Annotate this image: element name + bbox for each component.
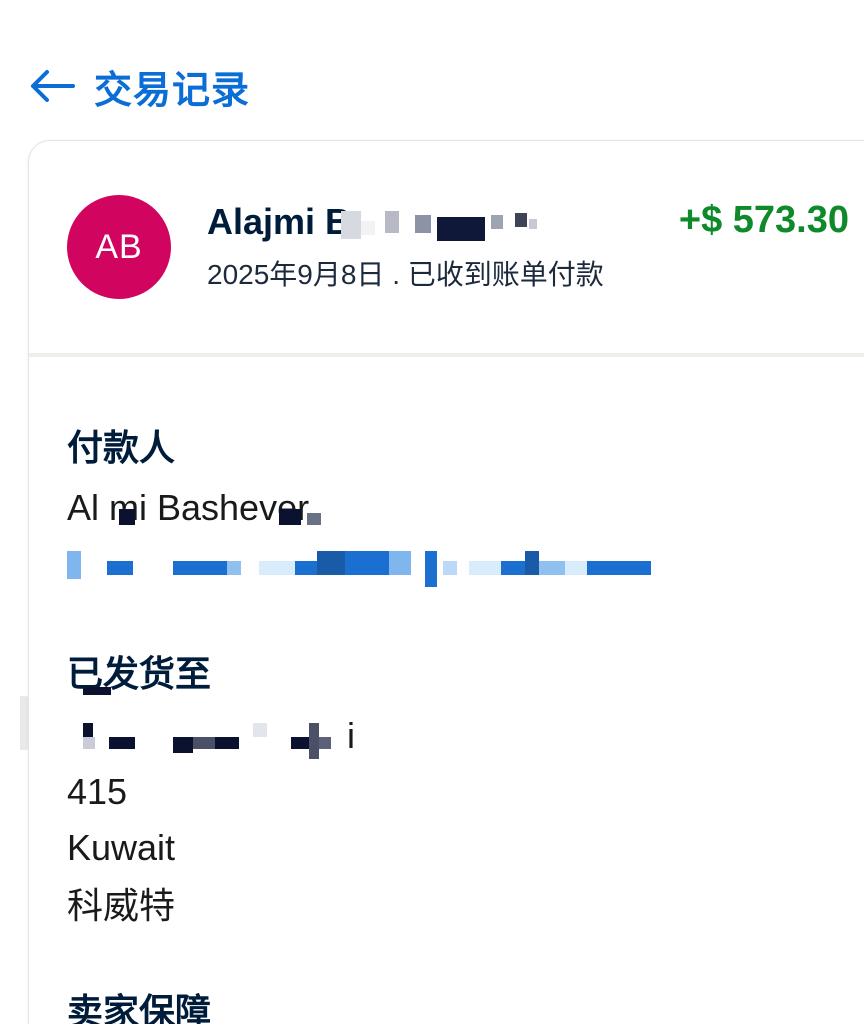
transaction-details-page: 交易记录 AB Alajmi B +$ 573.30 2025年9月8日 . 已… [0, 0, 864, 1024]
redaction-pixel [279, 509, 301, 525]
top-bar: 交易记录 [28, 58, 250, 114]
amount: +$ 573.30 [678, 199, 849, 241]
payer-name: Alajmi B [207, 201, 352, 242]
avatar: AB [67, 195, 171, 299]
shipping-country-zh: 科威特 [67, 885, 176, 926]
transaction-card: AB Alajmi B +$ 573.30 2025年9月8日 . 已收到账单付… [28, 140, 864, 1024]
payer-name-line: Al mi Bashever [67, 487, 310, 528]
shipping-postal: 415 [67, 771, 128, 812]
redacted-name-block [341, 205, 541, 245]
section-divider [29, 353, 864, 357]
shipping-address-line: i [347, 715, 355, 756]
redaction-pixel [83, 687, 111, 695]
shipping-country-en: Kuwait [67, 827, 176, 868]
redaction-pixel [119, 509, 135, 525]
seller-protection-title: 卖家保障 [67, 991, 212, 1024]
redaction-pixel [307, 513, 321, 525]
transaction-meta: 2025年9月8日 . 已收到账单付款 [207, 259, 604, 290]
back-button[interactable] [28, 62, 76, 110]
payer-section-title: 付款人 [67, 427, 176, 468]
transaction-summary[interactable]: AB Alajmi B +$ 573.30 2025年9月8日 . 已收到账单付… [29, 141, 864, 353]
arrow-left-icon [31, 70, 75, 102]
page-title: 交易记录 [94, 69, 251, 112]
